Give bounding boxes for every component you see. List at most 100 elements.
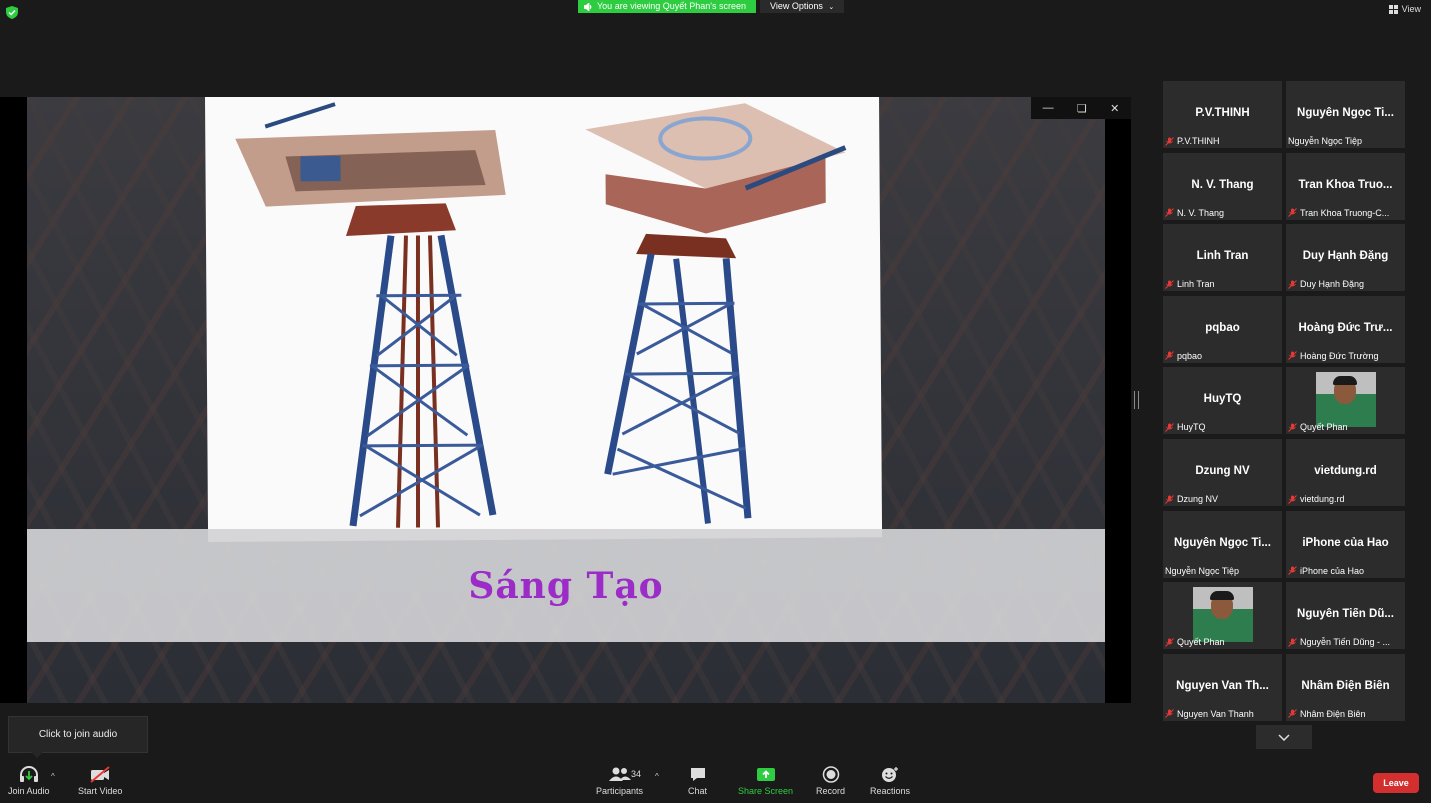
participant-tile[interactable]: Nguyễn Tiến Dũ... Nguyễn Tiến Dũng - ... [1286,582,1405,650]
participant-display-name: Hoàng Đức Trư... [1298,321,1393,334]
muted-mic-icon [1288,208,1297,217]
restore-icon[interactable]: ❏ [1077,102,1087,115]
muted-mic-icon [1165,136,1174,146]
participant-tile[interactable]: iPhone của Hao iPhone của Hao [1286,510,1405,578]
muted-mic-icon [1165,494,1174,504]
participant-count: 34 [631,769,642,779]
meeting-toolbar: Join Audio ^ Start Video Participants ^ … [0,760,1431,803]
shared-screen: Sáng Tạo — ❏ ✕ [0,97,1131,703]
participant-tile[interactable]: P.V.THINH P.V.THINH [1163,81,1282,148]
minimize-icon[interactable]: — [1043,102,1054,114]
tooltip-text: Click to join audio [38,729,118,740]
view-button[interactable]: View [1388,4,1421,14]
participant-tile[interactable]: Nhâm Điện Biên Nhâm Điện Biên [1286,653,1405,721]
participants-label: Participants [596,786,644,796]
join-audio-label: Join Audio [8,786,50,796]
participant-name-label: iPhone của Hao [1288,566,1364,576]
participant-label-text: vietdung.rd [1300,494,1345,504]
participant-tile[interactable]: Nguyen Van Th... Nguyen Van Thanh [1163,653,1282,721]
participant-name-label: Duy Hạnh Đặng [1288,279,1364,289]
participant-label-text: Dzung NV [1177,494,1219,504]
leave-button[interactable]: Leave [1373,773,1419,793]
participant-display-name: Tran Khoa Truo... [1298,178,1393,191]
join-audio-tooltip: Click to join audio [8,716,148,758]
participant-label-text: iPhone của Hao [1300,565,1365,576]
record-button[interactable]: Record [816,766,845,796]
chevron-down-icon [1278,733,1290,741]
participant-tile[interactable]: HuyTQ HuyTQ [1163,367,1282,435]
participant-label-text: pqbao [1177,350,1203,361]
smiley-plus-icon [882,767,899,782]
participant-label-text: N. V. Thang [1177,207,1225,218]
participant-display-name: vietdung.rd [1314,465,1377,477]
participant-display-name: pqbao [1205,321,1240,334]
participant-tile[interactable]: Dzung NV Dzung NV [1163,439,1282,506]
participant-name-label: Quyết Phan [1165,637,1225,647]
participant-tile[interactable]: Tran Khoa Truo... Tran Khoa Truong-C... [1286,152,1405,220]
muted-mic-icon [1288,637,1297,647]
view-options-label: View Options [770,1,823,11]
muted-mic-icon [1288,709,1297,719]
share-screen-label: Share Screen [738,786,794,796]
chat-icon [690,768,705,781]
participant-label-text: Quyết Phan [1300,422,1348,433]
start-video-button[interactable]: Start Video [78,766,122,796]
participants-options-caret-icon[interactable]: ^ [655,772,659,781]
participant-name-label: Tran Khoa Truong-C... [1288,208,1389,218]
participant-name-label: vietdung.rd [1288,494,1345,504]
participant-tile[interactable]: Nguyễn Ngọc Ti... Nguyễn Ngọc Tiệp [1163,510,1282,578]
participant-tile[interactable]: Hoàng Đức Trư... Hoàng Đức Trường [1286,295,1405,363]
participant-tile[interactable]: Quyết Phan [1286,367,1405,435]
muted-mic-icon [1165,637,1174,647]
participant-tile[interactable]: N. V. Thang N. V. Thang [1163,152,1282,220]
participant-display-name: Nguyễn Ngọc Ti... [1174,536,1271,549]
participant-name-label: Nguyễn Ngọc Tiệp [1288,136,1362,146]
view-options-menu[interactable]: View Options ⌄ [760,0,845,13]
share-screen-icon [756,768,775,781]
view-label: View [1401,4,1421,14]
participant-tile[interactable]: pqbao pqbao [1163,295,1282,363]
participant-tile[interactable]: Linh Tran Linh Tran [1163,224,1282,292]
muted-mic-icon [1288,423,1297,432]
participant-name-label: Nguyễn Ngọc Tiệp [1165,566,1239,576]
join-audio-button[interactable]: Join Audio [8,766,50,796]
participants-icon [608,767,631,781]
security-shield-icon[interactable] [6,6,18,19]
record-label: Record [816,786,846,796]
close-icon[interactable]: ✕ [1110,102,1119,115]
leave-label: Leave [1383,778,1409,788]
participant-label-text: Nguyễn Ngọc Tiệp [1165,565,1240,576]
grid-view-icon [1388,4,1398,14]
participant-tile[interactable]: Duy Hạnh Đặng Duy Hạnh Đặng [1286,224,1405,292]
share-screen-button[interactable]: Share Screen [738,766,793,796]
muted-mic-icon [1165,279,1174,289]
chat-button[interactable]: Chat [688,766,707,796]
participant-display-name: Dzung NV [1195,465,1250,477]
chat-label: Chat [688,786,708,796]
participant-label-text: P.V.THINH [1177,136,1220,146]
participant-name-label: Nguyen Van Thanh [1165,709,1254,719]
participant-tile[interactable]: Quyết Phan [1163,582,1282,650]
participant-tile[interactable]: vietdung.rd vietdung.rd [1286,439,1405,506]
slide-caption: Sáng Tạo [468,564,664,607]
panel-resize-handle[interactable] [1134,391,1139,409]
slide-caption-band: Sáng Tạo [27,529,1105,642]
participant-display-name: P.V.THINH [1195,107,1250,119]
muted-mic-icon [1165,208,1174,217]
participant-display-name: Linh Tran [1196,250,1249,263]
participant-display-name: Nguyễn Ngọc Ti... [1297,107,1394,119]
window-controls: — ❏ ✕ [1031,97,1131,119]
reactions-button[interactable]: Reactions [870,766,910,796]
participant-name-label: Nhâm Điện Biên [1288,709,1366,719]
right-platform-drawing [585,103,847,524]
participant-display-name: iPhone của Hao [1302,536,1389,549]
audio-options-caret-icon[interactable]: ^ [51,772,55,781]
muted-mic-icon [1288,566,1297,575]
muted-mic-icon [1165,423,1174,432]
participant-tile[interactable]: Nguyễn Ngọc Ti... Nguyễn Ngọc Tiệp [1286,81,1405,148]
offshore-platform-image [205,97,883,542]
participant-display-name: Nhâm Điện Biên [1301,679,1390,692]
participant-display-name: Nguyễn Tiến Dũ... [1297,608,1394,621]
participant-name-label: Linh Tran [1165,279,1215,289]
gallery-next-page-button[interactable] [1256,725,1312,749]
